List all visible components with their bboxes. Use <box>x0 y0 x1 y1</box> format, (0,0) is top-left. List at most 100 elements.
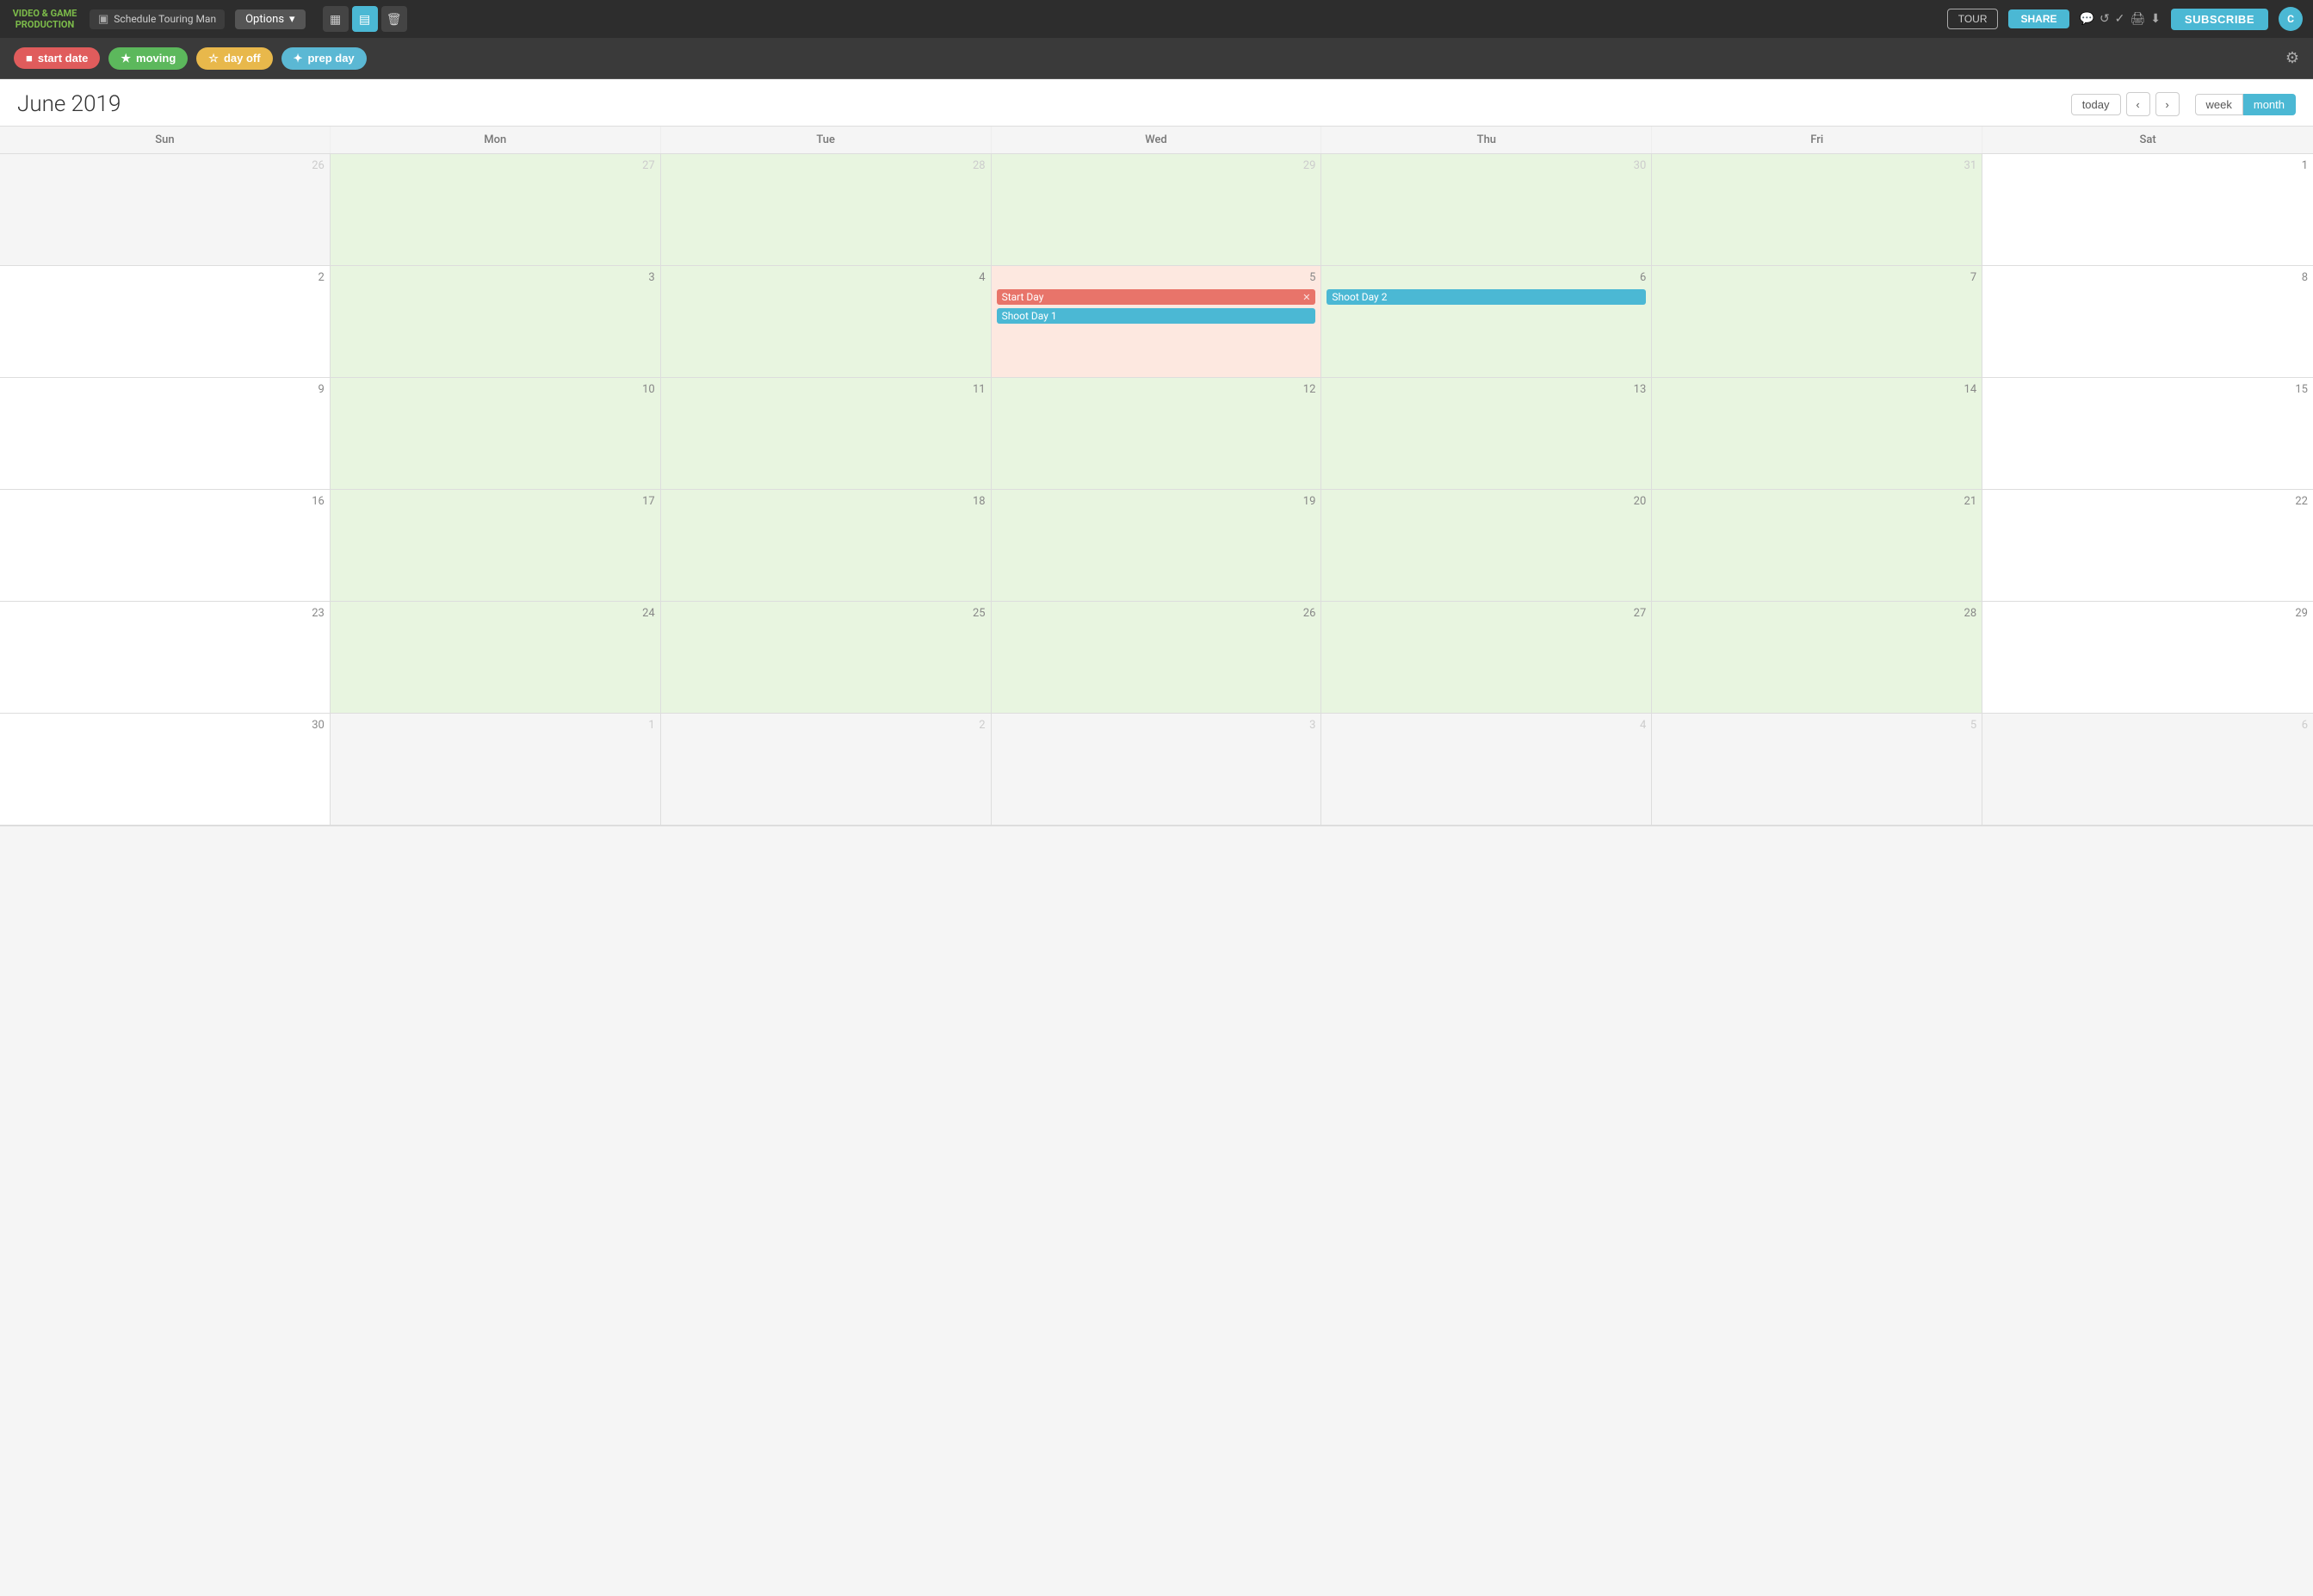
day-number: 30 <box>5 717 325 733</box>
day-number: 11 <box>666 381 986 398</box>
calendar-cell[interactable]: 7 <box>1652 266 1982 378</box>
calendar-header: June 2019 today ‹ › week month <box>0 79 2313 126</box>
avatar[interactable]: C <box>2279 7 2303 31</box>
day-number: 27 <box>336 158 655 174</box>
month-view-button[interactable]: month <box>2243 94 2296 115</box>
calendar-cell[interactable]: 5 Start Day ✕ Shoot Day 1 <box>992 266 1322 378</box>
calendar-cell[interactable]: 20 <box>1321 490 1652 602</box>
moving-button[interactable]: ★ moving <box>108 47 188 70</box>
calendar-cell[interactable]: 23 <box>0 602 331 714</box>
comment-icon[interactable]: 💬 <box>2080 12 2094 26</box>
calendar-cell[interactable]: 3 <box>992 714 1322 826</box>
calendar-title: June 2019 <box>17 91 121 117</box>
start-date-button[interactable]: ■ start date <box>14 47 100 69</box>
options-dropdown[interactable]: Options ▾ <box>235 9 306 29</box>
download-icon[interactable]: ⬇ <box>2150 12 2161 26</box>
calendar-cell[interactable]: 25 <box>661 602 992 714</box>
calendar-cell[interactable]: 9 <box>0 378 331 490</box>
share-button[interactable]: SHARE <box>2008 9 2069 28</box>
grid-view-button[interactable]: ▦ <box>323 6 349 32</box>
day-number: 28 <box>1657 605 1976 622</box>
start-date-label: start date <box>38 52 89 65</box>
calendar-cell[interactable]: 14 <box>1652 378 1982 490</box>
day-number: 6 <box>1988 717 2308 733</box>
moving-icon: ★ <box>121 52 131 65</box>
day-number: 5 <box>1657 717 1976 733</box>
calendar-cell[interactable]: 31 <box>1652 154 1982 266</box>
calendar-cell[interactable]: 5 <box>1652 714 1982 826</box>
prep-day-label: prep day <box>307 52 354 65</box>
calendar-cell[interactable]: 27 <box>331 154 661 266</box>
calendar-cell[interactable]: 19 <box>992 490 1322 602</box>
calendar-event[interactable]: Shoot Day 2 <box>1327 289 1646 305</box>
calendar-cell[interactable]: 22 <box>1982 490 2313 602</box>
calendar-cell[interactable]: 11 <box>661 378 992 490</box>
calendar-cell[interactable]: 8 <box>1982 266 2313 378</box>
calendar-cell[interactable]: 2 <box>0 266 331 378</box>
calendar-cell[interactable]: 30 <box>1321 154 1652 266</box>
calendar-navigation: today ‹ › week month <box>2071 92 2296 116</box>
today-button[interactable]: today <box>2071 94 2121 115</box>
calendar-event[interactable]: Start Day ✕ <box>997 289 1316 305</box>
calendar-cell[interactable]: 1 <box>331 714 661 826</box>
calendar-cell[interactable]: 3 <box>331 266 661 378</box>
calendar-cell[interactable]: 27 <box>1321 602 1652 714</box>
calendar-cell[interactable]: 21 <box>1652 490 1982 602</box>
calendar-cell[interactable]: 10 <box>331 378 661 490</box>
calendar-cell[interactable]: 29 <box>1982 602 2313 714</box>
calendar-cell[interactable]: 2 <box>661 714 992 826</box>
calendar-cell[interactable]: 13 <box>1321 378 1652 490</box>
prep-day-icon: ✦ <box>294 52 303 65</box>
check-icon[interactable]: ✓ <box>2115 12 2125 26</box>
calendar-cell[interactable]: 28 <box>1652 602 1982 714</box>
calendar-cell[interactable]: 15 <box>1982 378 2313 490</box>
day-number: 5 <box>997 269 1316 286</box>
calendar-event[interactable]: Shoot Day 1 <box>997 308 1316 324</box>
day-off-icon: ☆ <box>208 52 219 65</box>
next-arrow-button[interactable]: › <box>2155 92 2180 116</box>
calendar-cell[interactable]: 12 <box>992 378 1322 490</box>
day-header-mon: Mon <box>331 127 661 153</box>
calendar-cell[interactable]: 4 <box>1321 714 1652 826</box>
refresh-icon[interactable]: ↺ <box>2100 12 2110 26</box>
week-view-button[interactable]: week <box>2195 94 2243 115</box>
table-view-button[interactable]: ▤ <box>352 6 378 32</box>
calendar-cell[interactable]: 18 <box>661 490 992 602</box>
calendar-cell[interactable]: 6 <box>1982 714 2313 826</box>
moving-label: moving <box>136 52 176 65</box>
tour-button[interactable]: TOUR <box>1947 9 1999 29</box>
day-number: 1 <box>1988 158 2308 174</box>
calendar-cell[interactable]: 26 <box>992 602 1322 714</box>
day-number: 8 <box>1988 269 2308 286</box>
event-label: Shoot Day 2 <box>1332 291 1387 303</box>
day-header-tue: Tue <box>661 127 992 153</box>
day-number: 12 <box>997 381 1316 398</box>
day-number: 28 <box>666 158 986 174</box>
event-close-button[interactable]: ✕ <box>1302 292 1310 303</box>
calendar-cell[interactable]: 6Shoot Day 2 <box>1321 266 1652 378</box>
schedule-tab[interactable]: ▣ Schedule Touring Man <box>90 9 225 29</box>
settings-icon[interactable]: ⚙ <box>2285 49 2299 67</box>
prep-day-button[interactable]: ✦ prep day <box>281 47 367 70</box>
calendar-cell[interactable]: 26 <box>0 154 331 266</box>
trash-button[interactable]: 🗑 <box>381 6 407 32</box>
calendar-cell[interactable]: 28 <box>661 154 992 266</box>
event-label: Start Day <box>1002 291 1044 303</box>
day-number: 31 <box>1657 158 1976 174</box>
day-off-button[interactable]: ☆ day off <box>196 47 272 70</box>
print-icon[interactable]: 🖨 <box>2130 12 2145 26</box>
day-number: 2 <box>666 717 986 733</box>
calendar-cell[interactable]: 16 <box>0 490 331 602</box>
subscribe-button[interactable]: SUBSCRIBE <box>2171 9 2268 30</box>
calendar-cell[interactable]: 30 <box>0 714 331 826</box>
calendar-cell[interactable]: 29 <box>992 154 1322 266</box>
calendar-cell[interactable]: 24 <box>331 602 661 714</box>
calendar-cell[interactable]: 1 <box>1982 154 2313 266</box>
prev-arrow-button[interactable]: ‹ <box>2126 92 2150 116</box>
day-number: 18 <box>666 493 986 510</box>
calendar-cell[interactable]: 4 <box>661 266 992 378</box>
day-number: 2 <box>5 269 325 286</box>
options-label: Options <box>245 13 284 26</box>
day-number: 10 <box>336 381 655 398</box>
calendar-cell[interactable]: 17 <box>331 490 661 602</box>
